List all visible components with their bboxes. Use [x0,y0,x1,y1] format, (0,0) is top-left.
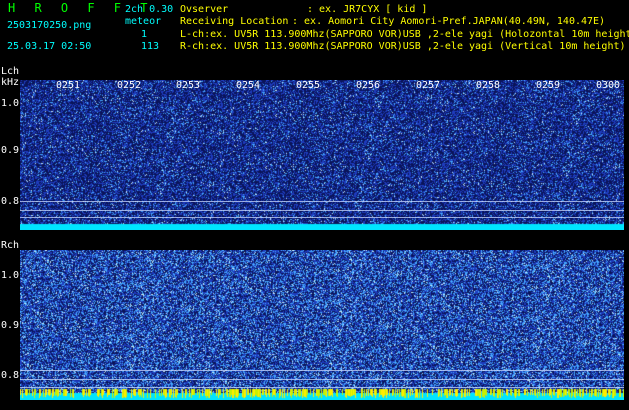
frequency-unit-label: kHz [1,77,20,88]
hroft-window: H R O F F T 2ch 0.30 2503170250.png mete… [0,0,629,410]
time-tick: 0259 [536,80,561,91]
lch-spectrogram [20,80,624,230]
rch-ytick-0-9: 0.9 [1,320,20,331]
time-tick: 0252 [117,80,142,91]
rch-ytick-1-0: 1.0 [1,270,20,281]
rch-spectrogram [20,250,624,400]
meteor-count-rch: 113 [141,41,160,52]
rch-info: R-ch:ex. UV5R 113.900Mhz(SAPPORO VOR)USB… [180,41,626,52]
rch-ytick-0-8: 0.8 [1,370,20,381]
observer-label: Ovserver [180,4,229,15]
datetime-label: 25.03.17 02:50 [7,41,92,52]
location-label: Receiving Location [180,16,289,27]
meteor-count-lch: 1 [141,29,148,40]
time-tick: 0257 [416,80,441,91]
lch-reference-line-lower [20,217,624,218]
lch-reference-line-middle [20,210,624,211]
lch-ytick-1-0: 1.0 [1,98,20,109]
time-tick: 0253 [176,80,201,91]
time-tick: 0255 [296,80,321,91]
meteor-label: meteor [125,16,162,27]
lch-reference-line-upper [20,201,624,202]
lch-ytick-0-8: 0.8 [1,196,20,207]
lch-info: L-ch:ex. UV5R 113.900Mhz(SAPPORO VOR)USB… [180,29,629,40]
time-tick: 0300 [596,80,621,91]
time-tick: 0256 [356,80,381,91]
filename-label: 2503170250.png [7,20,92,31]
rch-label: Rch [1,240,20,251]
rch-reference-line-middle [20,379,624,380]
lch-ytick-0-9: 0.9 [1,145,20,156]
time-tick: 0258 [476,80,501,91]
observer-value: : ex. JR7CYX [ kid ] [307,4,428,15]
time-tick: 0251 [56,80,81,91]
rch-reference-line-lower [20,387,624,388]
rch-reference-line-upper [20,370,624,371]
mode-label: 2ch 0.30 [125,4,174,15]
location-value: : ex. Aomori City Aomori-Pref.JAPAN(40.4… [292,16,606,27]
time-tick: 0254 [236,80,261,91]
